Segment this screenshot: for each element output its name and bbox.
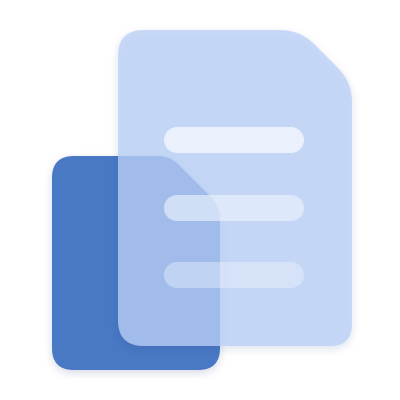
icon-canvas	[0, 0, 400, 400]
doc-line-icon	[164, 127, 304, 153]
back-document-shape	[118, 30, 352, 346]
doc-line-icon	[164, 262, 304, 288]
doc-line-icon	[164, 195, 304, 221]
copy-documents-icon	[52, 30, 352, 370]
